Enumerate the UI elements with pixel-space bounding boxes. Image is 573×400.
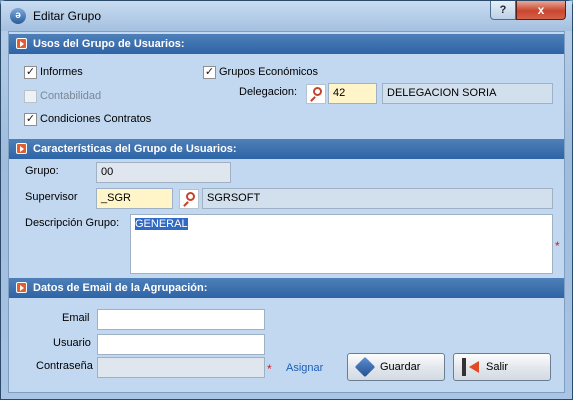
title-bar: ə Editar Grupo ? x [1, 1, 572, 31]
app-icon: ə [10, 8, 26, 24]
arrow-right-icon [16, 38, 27, 49]
save-button[interactable]: Guardar [347, 353, 445, 381]
arrow-right-icon [16, 282, 27, 293]
grupo-label: Grupo: [25, 165, 59, 177]
search-icon [312, 87, 322, 96]
window-title: Editar Grupo [33, 9, 102, 23]
save-icon [354, 356, 376, 378]
descripcion-textarea[interactable]: GENERAL [130, 214, 553, 274]
section-title-email: Datos de Email de la Agrupación: [33, 282, 208, 294]
descripcion-label: Descripción Grupo: [25, 217, 120, 229]
editar-grupo-window: ə Editar Grupo ? x Usos del Grupo de Usu… [0, 0, 573, 400]
close-button[interactable]: x [516, 1, 566, 20]
email-field[interactable] [97, 309, 265, 330]
save-button-label: Guardar [380, 361, 421, 373]
contabilidad-checkbox[interactable] [24, 90, 37, 103]
supervisor-search-button[interactable] [179, 189, 199, 209]
delegacion-search-button[interactable] [306, 84, 326, 104]
arrow-right-icon [16, 143, 27, 154]
usuario-field[interactable] [97, 334, 265, 355]
password-field [97, 357, 265, 378]
section-header-usos: Usos del Grupo de Usuarios: [9, 34, 564, 54]
contabilidad-label: Contabilidad [40, 90, 102, 102]
section-title-caracteristicas: Características del Grupo de Usuarios: [33, 143, 237, 155]
descripcion-value: GENERAL [134, 217, 189, 231]
grupo-field: 00 [96, 162, 231, 183]
informes-checkbox[interactable]: ✓ [24, 66, 37, 79]
assign-link[interactable]: Asignar [286, 362, 323, 374]
delegacion-name-field: DELEGACION SORIA [382, 83, 553, 104]
usuario-label: Usuario [53, 337, 91, 349]
delegacion-code-field[interactable]: 42 [328, 83, 377, 104]
descripcion-required-mark: * [555, 239, 560, 253]
exit-icon [462, 358, 480, 376]
grupos-economicos-label: Grupos Económicos [219, 66, 319, 78]
condiciones-contratos-checkbox[interactable]: ✓ [24, 113, 37, 126]
exit-button-label: Salir [486, 361, 509, 373]
informes-label: Informes [40, 66, 83, 78]
help-button[interactable]: ? [490, 1, 516, 20]
supervisor-code-field[interactable]: _SGR [96, 188, 173, 209]
section-header-caracteristicas: Características del Grupo de Usuarios: [9, 139, 564, 159]
supervisor-label: Supervisor [25, 191, 78, 203]
dialog-body: Usos del Grupo de Usuarios: ✓ Informes C… [8, 31, 565, 393]
search-icon [185, 192, 195, 201]
section-title-usos: Usos del Grupo de Usuarios: [33, 38, 185, 50]
delegacion-label: Delegacion: [239, 86, 298, 98]
condiciones-contratos-label: Condiciones Contratos [40, 113, 152, 125]
section-header-email: Datos de Email de la Agrupación: [9, 278, 564, 298]
email-label: Email [62, 312, 90, 324]
grupos-economicos-checkbox[interactable]: ✓ [203, 66, 216, 79]
password-required-mark: * [267, 362, 272, 376]
exit-button[interactable]: Salir [453, 353, 551, 381]
password-label: Contraseña [36, 360, 93, 372]
supervisor-name-field: SGRSOFT [202, 188, 553, 209]
